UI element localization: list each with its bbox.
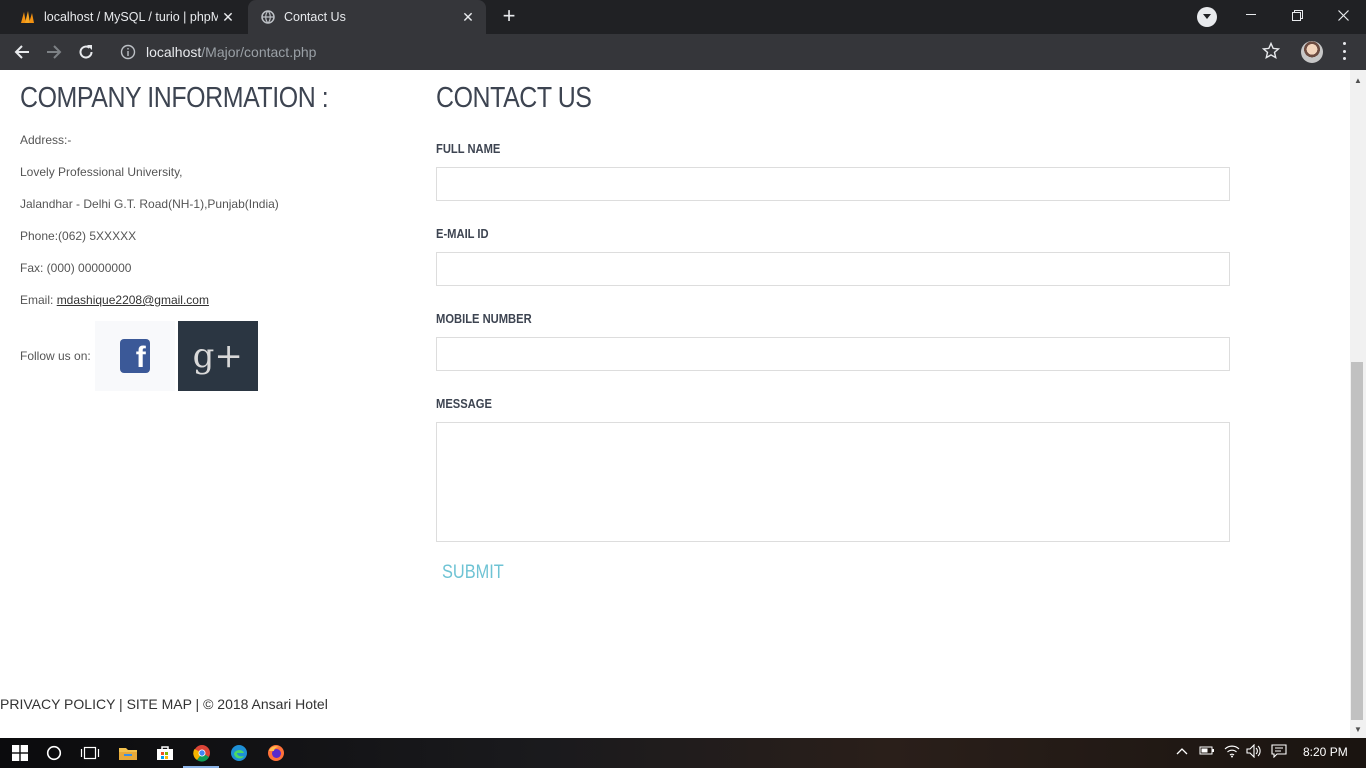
- close-window-button[interactable]: [1320, 0, 1366, 30]
- tab-search-icon[interactable]: [1197, 7, 1217, 27]
- volume-icon[interactable]: [1246, 743, 1262, 761]
- scroll-down-arrow-icon[interactable]: ▼: [1350, 721, 1366, 737]
- wifi-icon[interactable]: [1224, 744, 1240, 761]
- browser-toolbar: localhost/Major/contact.php: [0, 34, 1366, 70]
- url-host: localhost: [146, 44, 202, 60]
- store-icon[interactable]: [153, 741, 177, 765]
- tab-title: Contact Us: [284, 10, 346, 24]
- menu-icon[interactable]: [1338, 42, 1350, 60]
- taskbar-clock[interactable]: 8:20 PM: [1303, 745, 1348, 759]
- email-label: Email:: [20, 293, 57, 307]
- phone-text: Phone:(062) 5XXXXX: [20, 229, 137, 243]
- restore-button[interactable]: [1274, 0, 1320, 30]
- message-label: MESSAGE: [436, 396, 492, 411]
- social-links: f g+: [94, 321, 258, 391]
- footer-text: PRIVACY POLICY | SITE MAP | © 2018 Ansar…: [0, 696, 328, 712]
- company-info-section: COMPANY INFORMATION : Address:- Lovely P…: [20, 82, 400, 391]
- forward-button[interactable]: [42, 40, 66, 64]
- new-tab-button[interactable]: +: [497, 5, 521, 29]
- tab-strip: localhost / MySQL / turio | phpM ✕ Conta…: [0, 0, 1366, 34]
- message-textarea[interactable]: [436, 422, 1230, 542]
- address-line1: Lovely Professional University,: [20, 165, 183, 179]
- submit-button[interactable]: SUBMIT: [442, 562, 1120, 584]
- scrollbar-thumb[interactable]: [1351, 362, 1363, 720]
- battery-icon[interactable]: [1199, 744, 1215, 759]
- mobile-number-label: MOBILE NUMBER: [436, 311, 532, 326]
- facebook-link[interactable]: f: [94, 321, 175, 391]
- scroll-up-arrow-icon[interactable]: ▲: [1350, 72, 1366, 88]
- notification-icon[interactable]: [1271, 744, 1287, 761]
- mobile-number-input[interactable]: [436, 337, 1230, 371]
- email-input[interactable]: [436, 252, 1230, 286]
- close-tab-icon[interactable]: ✕: [218, 7, 238, 27]
- windows-start-icon[interactable]: [8, 741, 32, 765]
- company-heading: COMPANY INFORMATION :: [20, 82, 329, 114]
- follow-row: Follow us on: f g+: [20, 321, 400, 391]
- task-view-icon[interactable]: [78, 741, 102, 765]
- address-label: Address:-: [20, 133, 72, 147]
- email-link[interactable]: mdashique2208@gmail.com: [57, 293, 209, 307]
- back-button[interactable]: [10, 40, 34, 64]
- tab-contact-us[interactable]: Contact Us ✕: [248, 0, 486, 34]
- info-icon[interactable]: [120, 44, 136, 60]
- tab-phpmyadmin[interactable]: localhost / MySQL / turio | phpM ✕: [8, 0, 246, 34]
- tab-title: localhost / MySQL / turio | phpM: [44, 10, 218, 24]
- facebook-icon: f: [119, 339, 150, 373]
- globe-icon: [260, 9, 276, 25]
- firefox-icon[interactable]: [264, 741, 288, 765]
- address-line2: Jalandhar - Delhi G.T. Road(NH-1),Punjab…: [20, 197, 279, 211]
- email-id-label: E-MAIL ID: [436, 226, 489, 241]
- show-hidden-icons-icon[interactable]: [1176, 744, 1188, 758]
- close-tab-icon[interactable]: ✕: [458, 7, 478, 27]
- url-path: /Major/contact.php: [201, 44, 317, 60]
- fax-text: Fax: (000) 00000000: [20, 261, 132, 275]
- bookmark-star-icon[interactable]: [1261, 41, 1281, 65]
- reload-button[interactable]: [74, 40, 98, 64]
- full-name-label: FULL NAME: [436, 141, 501, 156]
- file-explorer-icon[interactable]: [116, 741, 140, 765]
- googleplus-icon: g+: [192, 336, 243, 376]
- email-line: Email: mdashique2208@gmail.com: [20, 293, 400, 307]
- address-bar[interactable]: localhost/Major/contact.php: [110, 37, 1290, 67]
- minimize-button[interactable]: [1228, 0, 1274, 30]
- contact-heading: CONTACT US: [436, 82, 592, 114]
- phpmyadmin-icon: [20, 9, 36, 25]
- search-circle-icon[interactable]: [42, 741, 66, 765]
- windows-taskbar: 8:20 PM: [0, 738, 1366, 768]
- follow-label: Follow us on:: [20, 349, 91, 363]
- edge-icon[interactable]: [227, 741, 251, 765]
- profile-avatar[interactable]: [1301, 41, 1323, 63]
- googleplus-link[interactable]: g+: [177, 321, 258, 391]
- full-name-input[interactable]: [436, 167, 1230, 201]
- chrome-icon[interactable]: [190, 741, 214, 765]
- page-viewport: COMPANY INFORMATION : Address:- Lovely P…: [0, 70, 1350, 738]
- contact-form: CONTACT US FULL NAME E-MAIL ID MOBILE NU…: [436, 82, 1230, 584]
